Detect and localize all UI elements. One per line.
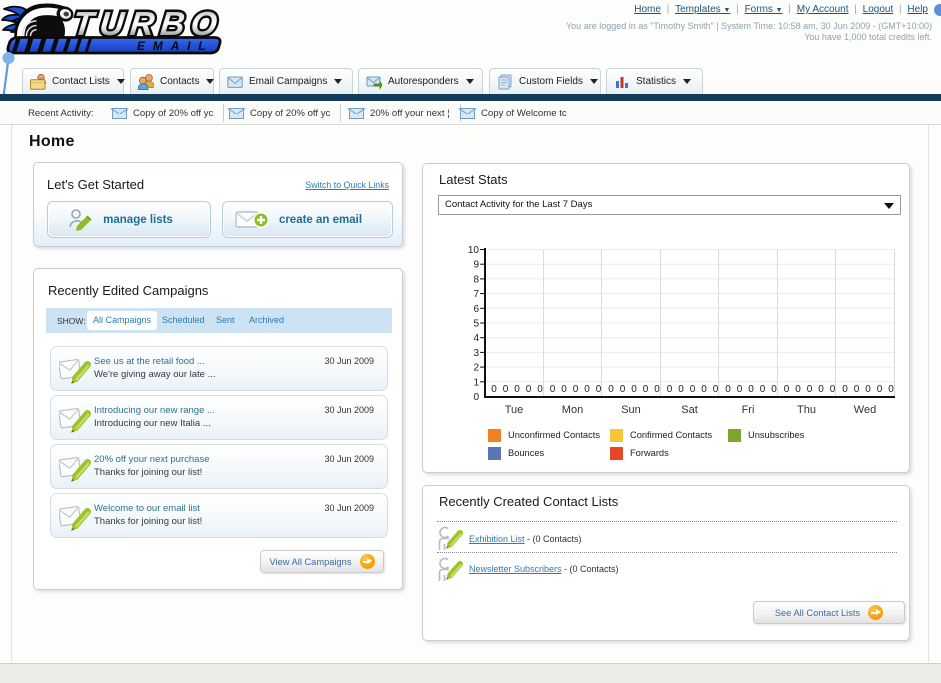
svg-text:EMAIL: EMAIL xyxy=(137,39,213,53)
